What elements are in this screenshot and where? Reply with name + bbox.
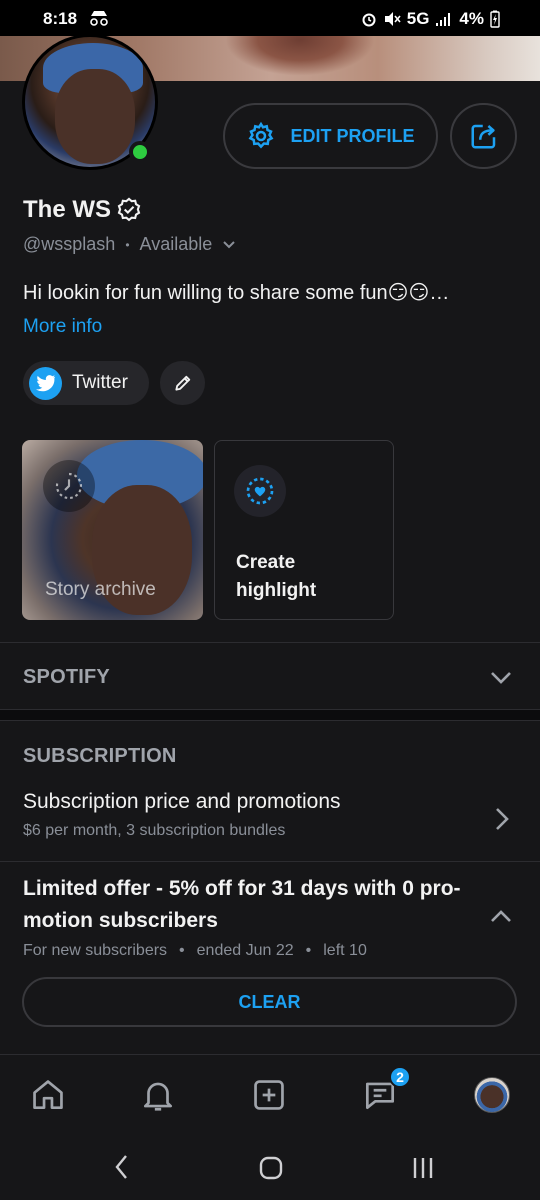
chevron-down-icon[interactable] [222, 240, 236, 250]
edit-links-button[interactable] [160, 361, 205, 405]
battery-percent: 4% [459, 9, 484, 28]
spotify-section-header[interactable]: SPOTIFY [23, 666, 110, 689]
create-highlight-card[interactable]: Create highlight [214, 440, 394, 620]
limited-offer-title: Limited offer - 5% off for 31 days with … [23, 877, 461, 932]
battery-charging-icon [490, 10, 500, 28]
clear-label: CLEAR [238, 991, 301, 1012]
alarm-icon [362, 13, 376, 27]
status-bar: 8:18 5G 4% [0, 0, 540, 36]
back-icon[interactable] [112, 1152, 132, 1182]
subscription-price-description: $6 per month, 3 subscription bundles [23, 822, 286, 839]
offer-left: left 10 [323, 942, 367, 959]
bottom-navigation [0, 1054, 540, 1134]
messages-badge: 2 [389, 1066, 411, 1088]
chevron-down-icon[interactable] [489, 670, 513, 686]
divider [0, 861, 540, 862]
profile-name: The WS [23, 196, 143, 224]
availability-status[interactable]: Available [140, 234, 213, 255]
section-separator [0, 709, 540, 721]
separator-dot: • [125, 237, 130, 252]
twitter-label: Twitter [72, 372, 128, 393]
subscription-section-header: SUBSCRIPTION [23, 745, 177, 767]
nav-profile-avatar[interactable] [474, 1077, 510, 1113]
add-post-icon [254, 1080, 284, 1110]
share-profile-button[interactable] [450, 103, 517, 169]
chevron-up-icon[interactable] [489, 908, 513, 924]
home-button-icon[interactable] [258, 1152, 284, 1182]
online-status-indicator [129, 141, 151, 163]
signal-icon [436, 13, 451, 26]
profile-meta: @wssplash • Available [23, 234, 236, 255]
divider [0, 642, 540, 643]
share-icon [471, 124, 495, 149]
twitter-icon [29, 366, 62, 400]
clear-offer-button[interactable]: CLEAR [22, 977, 517, 1027]
status-time: 8:18 [43, 9, 78, 28]
bell-icon [143, 1082, 173, 1111]
system-navigation-bar [0, 1134, 540, 1200]
display-name: The WS [23, 196, 111, 223]
heart-highlight-icon [234, 465, 286, 517]
twitter-link-chip[interactable]: Twitter [23, 361, 149, 405]
profile-bio: Hi lookin for fun willing to share some … [23, 282, 450, 304]
subscription-price-title[interactable]: Subscription price and promotions [23, 790, 341, 814]
edit-profile-button[interactable]: EDIT PROFILE [223, 103, 438, 169]
offer-ended: ended Jun 22 [196, 942, 294, 959]
separator-dot: • [305, 942, 312, 959]
incognito-icon [90, 11, 108, 26]
archive-history-icon [43, 460, 95, 512]
limited-offer-meta: For new subscribers • ended Jun 22 • lef… [23, 942, 367, 960]
gear-icon [249, 121, 274, 149]
verified-icon [117, 197, 141, 222]
nav-notifications[interactable] [138, 1075, 178, 1115]
network-type: 5G [406, 9, 430, 28]
mute-icon [384, 12, 401, 26]
offer-audience: For new subscribers [23, 942, 168, 959]
more-info-link[interactable]: More info [23, 316, 102, 338]
chevron-right-icon[interactable] [494, 806, 510, 832]
edit-profile-label: EDIT PROFILE [290, 125, 415, 146]
recent-apps-icon[interactable] [411, 1152, 435, 1182]
story-archive-label: Story archive [45, 579, 156, 600]
create-highlight-label: Create highlight [236, 552, 317, 601]
story-archive-card[interactable]: Story archive [22, 440, 203, 620]
home-icon [33, 1080, 63, 1110]
pencil-icon [174, 375, 190, 391]
username: @wssplash [23, 234, 116, 254]
nav-add-post[interactable] [249, 1075, 289, 1115]
separator-dot: • [179, 942, 185, 959]
nav-home[interactable] [28, 1075, 68, 1115]
